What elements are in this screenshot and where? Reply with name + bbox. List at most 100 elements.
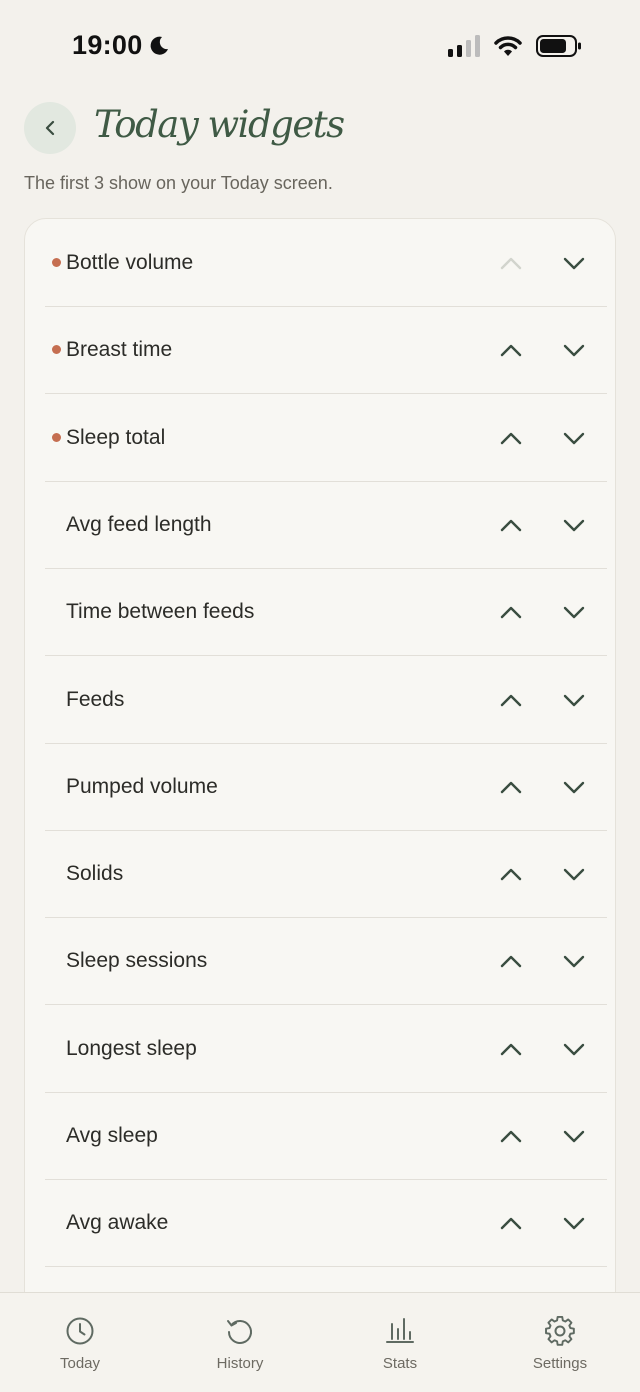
move-down-button[interactable] — [552, 678, 596, 722]
tab-stats[interactable]: Stats — [320, 1293, 480, 1392]
move-up-button[interactable] — [489, 678, 533, 722]
chevron-up-icon — [500, 956, 522, 968]
widget-label: Feeds — [66, 687, 125, 711]
move-up-button[interactable] — [489, 1114, 533, 1158]
featured-dot — [52, 258, 61, 267]
move-up-button[interactable] — [489, 939, 533, 983]
widget-label: Avg sleep — [66, 1124, 158, 1147]
chevron-down-icon — [563, 781, 585, 793]
widget-row: Breast time — [45, 306, 607, 395]
chevron-down-icon — [563, 1130, 585, 1143]
chevron-left-icon — [45, 120, 55, 136]
move-up-button[interactable] — [489, 765, 533, 809]
chevron-down-icon — [563, 257, 585, 270]
move-up-button[interactable] — [489, 328, 533, 372]
widget-label: Bottle volume — [66, 251, 194, 274]
widget-label: Avg feed length — [66, 512, 212, 536]
move-down-button[interactable] — [552, 328, 596, 372]
chevron-up-icon — [500, 257, 522, 270]
move-up-button[interactable] — [489, 1027, 533, 1071]
chevron-up-icon — [500, 694, 522, 706]
widget-row: Feeds — [45, 656, 607, 744]
chevron-up-icon — [500, 519, 522, 532]
widget-label: Solids — [66, 862, 124, 886]
move-up-button[interactable] — [489, 416, 533, 460]
widget-label: Sleep sessions — [66, 949, 208, 973]
page-title: Today widgets — [94, 103, 345, 146]
chevron-down-icon — [563, 694, 585, 706]
widget-label: Sleep total — [66, 425, 166, 449]
chevron-up-icon — [500, 868, 522, 881]
widget-row: Avg awake — [45, 1179, 607, 1268]
cellular-signal-icon — [448, 35, 480, 57]
move-down-button[interactable] — [552, 1027, 596, 1071]
chevron-up-icon — [500, 781, 522, 793]
move-down-button[interactable] — [552, 939, 596, 983]
chevron-down-icon — [563, 1218, 585, 1230]
clock-icon — [66, 1317, 94, 1345]
widget-list: Bottle volume Breast time Sleep total Avg f… — [24, 218, 616, 1320]
chevron-down-icon — [563, 432, 585, 444]
chevron-up-icon — [500, 345, 522, 357]
widget-label: Time between feeds — [66, 600, 255, 624]
chevron-down-icon — [563, 519, 585, 532]
tab-settings[interactable]: Settings — [480, 1293, 640, 1392]
chevron-down-icon — [563, 956, 585, 968]
widget-label: Breast time — [66, 338, 173, 362]
chevron-down-icon — [563, 1043, 585, 1055]
wifi-icon — [494, 36, 522, 56]
move-up-button[interactable] — [489, 590, 533, 634]
widget-row: Avg sleep — [45, 1092, 607, 1180]
widget-label: Avg awake — [66, 1211, 169, 1235]
status-bar: 19:00 — [0, 0, 640, 94]
tab-today-label: Today — [59, 1355, 101, 1372]
widget-label: Pumped volume — [66, 774, 218, 798]
chevron-down-icon — [563, 345, 585, 357]
widget-row: Solids — [45, 830, 607, 919]
tab-stats-label: Stats — [382, 1355, 418, 1372]
tab-history-label: History — [216, 1355, 264, 1372]
chevron-up-icon — [500, 1218, 522, 1230]
tab-history[interactable]: History — [160, 1293, 320, 1392]
history-icon — [227, 1320, 252, 1344]
status-indicators — [448, 35, 582, 57]
widget-row: Sleep total — [45, 394, 607, 482]
status-time: 19:00 — [72, 30, 171, 61]
chevron-down-icon — [563, 868, 585, 881]
back-button[interactable] — [24, 102, 76, 154]
widget-label: Longest sleep — [66, 1036, 197, 1060]
move-down-button[interactable] — [552, 1114, 596, 1158]
move-down-button[interactable] — [552, 765, 596, 809]
widget-row: Avg feed length — [45, 481, 607, 569]
widget-row: Sleep sessions — [45, 917, 607, 1006]
featured-dot — [52, 432, 61, 442]
bar-chart-icon — [386, 1318, 414, 1343]
widget-row: Pumped volume — [45, 743, 607, 831]
move-down-button[interactable] — [552, 1201, 596, 1245]
move-up-button[interactable] — [489, 852, 533, 896]
move-down-button[interactable] — [552, 416, 596, 460]
move-down-button[interactable] — [552, 590, 596, 634]
move-down-button[interactable] — [552, 241, 596, 285]
header: Today widgets — [0, 100, 640, 160]
featured-dot — [52, 345, 61, 355]
gear-icon — [545, 1315, 575, 1346]
move-up-button — [489, 241, 533, 285]
move-up-button[interactable] — [489, 503, 533, 547]
chevron-up-icon — [500, 1043, 522, 1055]
widget-row: Bottle volume — [45, 219, 607, 307]
move-down-button[interactable] — [552, 852, 596, 896]
moon-icon — [150, 36, 168, 55]
chevron-up-icon — [500, 606, 522, 619]
widget-row: Longest sleep — [45, 1005, 607, 1093]
move-up-button[interactable] — [489, 1201, 533, 1245]
tab-bar: Today History Stats Settings — [0, 1292, 640, 1392]
chevron-up-icon — [500, 1130, 522, 1143]
widget-row: Time between feeds — [45, 568, 607, 657]
move-down-button[interactable] — [552, 503, 596, 547]
status-time-text: 19:00 — [72, 30, 143, 60]
page-subtitle: The first 3 show on your Today screen. — [24, 173, 333, 193]
tab-today[interactable]: Today — [0, 1293, 160, 1392]
battery-icon — [536, 35, 581, 57]
chevron-up-icon — [500, 432, 522, 444]
